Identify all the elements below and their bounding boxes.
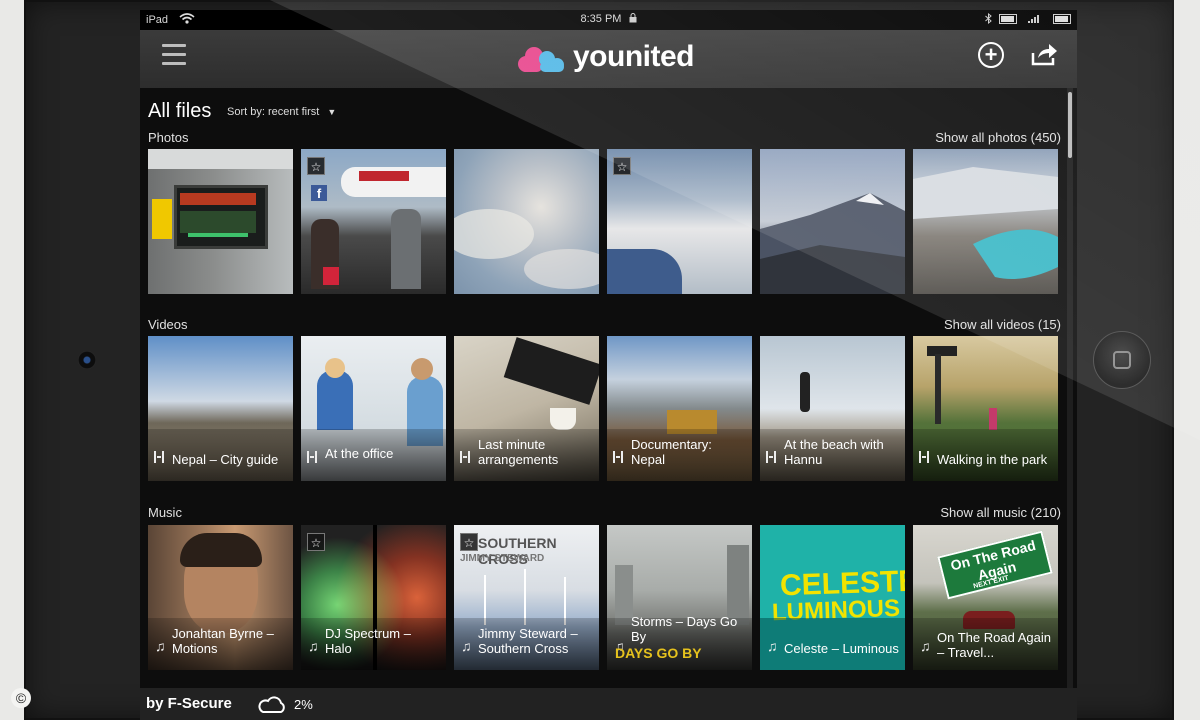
music-caption: Storms – Days Go By	[631, 614, 738, 644]
film-icon	[766, 451, 776, 463]
music-caption: Celeste – Luminous	[784, 641, 899, 656]
video-caption: At the beach with Hannu	[784, 437, 884, 467]
star-icon: ☆	[613, 157, 631, 175]
video-caption: Last minute arrangements	[478, 437, 559, 467]
music-caption: On The Road Again – Travel...	[937, 630, 1051, 660]
album-title-art: DAYS GO BY	[615, 645, 702, 661]
music-tile[interactable]: CELESTE LUMINOUS ♫ Celeste – Luminous	[760, 525, 905, 670]
menu-icon[interactable]	[162, 44, 186, 68]
music-note-icon: ♫	[155, 638, 166, 654]
photo-tile[interactable]	[148, 149, 293, 294]
brand-label: by F-Secure	[146, 695, 232, 712]
lock-icon	[629, 13, 637, 23]
music-caption: DJ Spectrum – Halo	[325, 626, 411, 656]
photo-tile[interactable]	[913, 149, 1058, 294]
page-title: All files	[148, 100, 212, 122]
bluetooth-icon	[984, 12, 992, 25]
star-icon: ☆	[307, 157, 325, 175]
battery-level-icon	[1053, 14, 1071, 24]
photo-tile[interactable]: ☆	[607, 149, 752, 294]
music-note-icon: ♫	[461, 638, 472, 654]
photo-tile[interactable]: ☆ f	[301, 149, 446, 294]
copyright-icon: ©	[11, 688, 31, 708]
section-label-videos: Videos	[148, 317, 188, 332]
video-caption: Walking in the park	[937, 452, 1048, 467]
film-icon	[613, 451, 623, 463]
music-tile[interactable]: ☆ ♫ DJ Spectrum – Halo	[301, 525, 446, 670]
video-tile[interactable]: Nepal – City guide	[148, 336, 293, 481]
show-all-music-link[interactable]: Show all music (210)	[940, 505, 1061, 520]
app-bar: younited +	[140, 30, 1077, 88]
scrollbar[interactable]	[1067, 88, 1073, 688]
clock: 8:35 PM	[580, 13, 622, 25]
music-caption: Jimmy Steward – Southern Cross	[478, 626, 578, 656]
lake-shape	[913, 167, 1058, 280]
sort-label: Sort by: recent first	[227, 106, 320, 118]
show-all-photos-link[interactable]: Show all photos (450)	[935, 130, 1061, 145]
film-icon	[307, 451, 317, 463]
cloud-icon	[258, 696, 285, 713]
music-tile[interactable]: DAYS GO BY ♫ Storms – Days Go By	[607, 525, 752, 670]
film-icon	[919, 451, 929, 463]
home-square-icon	[1113, 351, 1131, 369]
album-artist-art: JIMMY STEWARD	[460, 553, 545, 564]
video-caption: Documentary: Nepal	[631, 437, 712, 467]
caret-down-icon: ▼	[327, 107, 337, 117]
facebook-icon: f	[311, 185, 327, 201]
scrollbar-thumb[interactable]	[1068, 92, 1072, 158]
music-caption: Jonahtan Byrne – Motions	[172, 626, 274, 656]
battery-icon	[998, 14, 1017, 24]
video-tile[interactable]: Documentary: Nepal	[607, 336, 752, 481]
video-tile[interactable]: Walking in the park	[913, 336, 1058, 481]
star-icon: ☆	[307, 533, 325, 551]
music-tile[interactable]: ♫ Jonahtan Byrne – Motions	[148, 525, 293, 670]
video-tile[interactable]: Last minute arrangements	[454, 336, 599, 481]
camera	[78, 351, 96, 369]
videos-row: Nepal – City guide At the office Last mi…	[148, 336, 1060, 481]
music-row: ♫ Jonahtan Byrne – Motions ☆ ♫ DJ Spectr…	[148, 525, 1060, 670]
photo-tile[interactable]	[760, 149, 905, 294]
status-bar: iPad 8:35 PM	[140, 10, 1077, 30]
music-note-icon: ♫	[920, 638, 931, 654]
app-name: younited	[573, 40, 695, 73]
section-label-music: Music	[148, 505, 182, 520]
main-content: All files Sort by: recent first ▼ Photos …	[140, 88, 1077, 688]
video-caption: At the office	[325, 446, 394, 461]
screen: iPad 8:35 PM younited + All files Sort b…	[140, 10, 1077, 720]
music-tile[interactable]: SOUTHERN CROSS JIMMY STEWARD ☆ ♫ Jimmy S…	[454, 525, 599, 670]
signal-icon	[1027, 15, 1039, 23]
star-icon: ☆	[460, 533, 478, 551]
photo-tile[interactable]	[454, 149, 599, 294]
section-label-photos: Photos	[148, 130, 189, 145]
video-tile[interactable]: At the office	[301, 336, 446, 481]
music-note-icon: ♫	[308, 638, 319, 654]
show-all-videos-link[interactable]: Show all videos (15)	[944, 317, 1061, 332]
video-tile[interactable]: At the beach with Hannu	[760, 336, 905, 481]
music-note-icon: ♫	[767, 638, 778, 654]
film-icon	[154, 451, 164, 463]
storage-usage: 2%	[294, 697, 313, 712]
film-icon	[460, 451, 470, 463]
share-icon[interactable]	[1030, 41, 1058, 67]
mountain-shape	[760, 193, 905, 294]
home-button[interactable]	[1093, 331, 1151, 389]
add-button[interactable]: +	[978, 42, 1004, 68]
music-tile[interactable]: On The Road Again NEXT EXIT ♫ On The Roa…	[913, 525, 1058, 670]
photos-row: ☆ f ☆	[148, 149, 1060, 294]
video-caption: Nepal – City guide	[172, 452, 279, 467]
footer-bar: by F-Secure 2%	[140, 688, 1077, 720]
logo-clouds-icon	[518, 47, 564, 72]
sort-dropdown[interactable]: Sort by: recent first ▼	[227, 106, 336, 118]
